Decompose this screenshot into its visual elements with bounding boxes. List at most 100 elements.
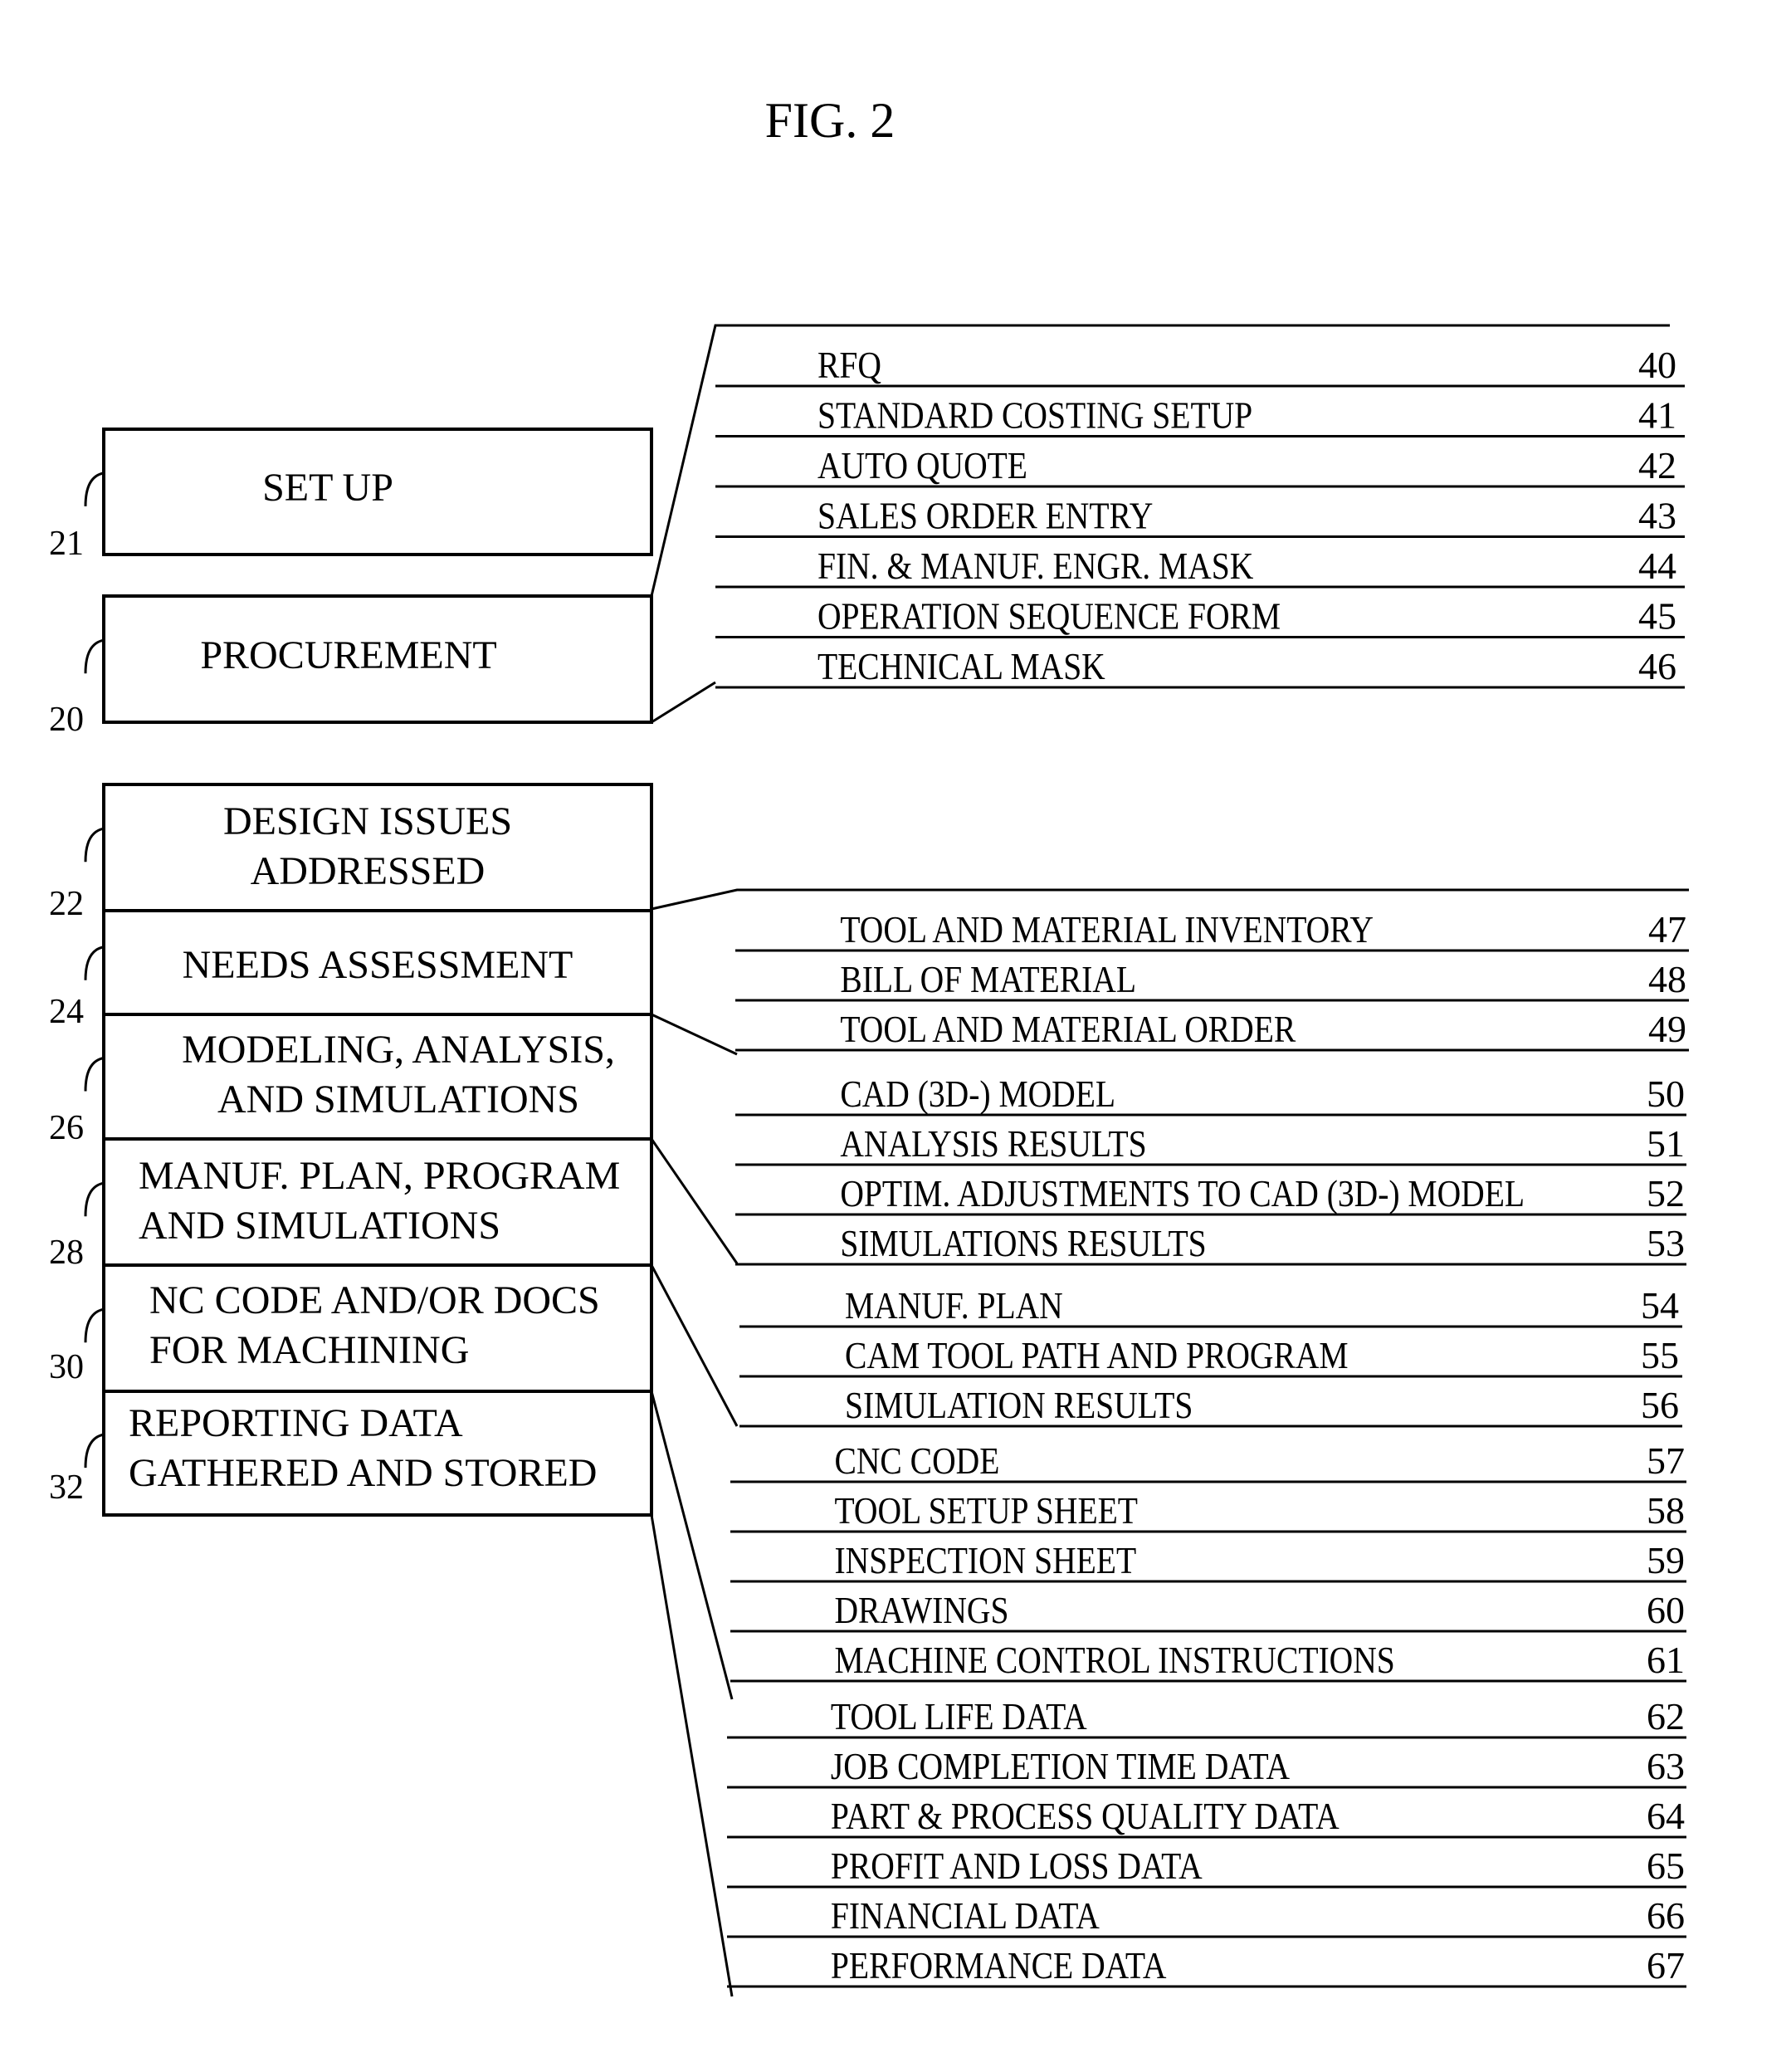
item-label: SIMULATIONS RESULTS — [840, 1223, 1206, 1264]
ref-leader — [84, 638, 105, 674]
list-item: PROFIT AND LOSS DATA 65 — [727, 1845, 1686, 1889]
item-label: BILL OF MATERIAL — [840, 959, 1136, 1000]
list-item: PERFORMANCE DATA 67 — [727, 1944, 1686, 1988]
process-box: PROCUREMENT 20 — [49, 594, 653, 739]
item-ref-numeral: 59 — [1647, 1539, 1685, 1581]
list-item: ANALYSIS RESULTS 51 — [735, 1122, 1686, 1166]
list-item: MANUF. PLAN 54 — [739, 1284, 1682, 1328]
process-box: MANUF. PLAN, PROGRAM AND SIMULATIONS 28 — [49, 1137, 653, 1272]
item-ref-numeral: 56 — [1641, 1384, 1679, 1426]
box-label: PROCUREMENT — [200, 633, 496, 677]
item-ref-numeral: 54 — [1641, 1284, 1679, 1327]
list-item: FIN. & MANUF. ENGR. MASK 44 — [715, 545, 1685, 589]
box-label: MODELING, ANALYSIS, — [182, 1028, 615, 1072]
item-ref-numeral: 61 — [1647, 1639, 1685, 1681]
ref-leader — [84, 1433, 105, 1468]
list-item: TOOL SETUP SHEET 58 — [730, 1489, 1686, 1533]
ref-numeral: 22 — [49, 885, 84, 923]
connector-line — [650, 1390, 734, 1700]
item-ref-numeral: 41 — [1638, 394, 1676, 437]
item-label: MANUF. PLAN — [845, 1285, 1063, 1327]
list-item: DRAWINGS 60 — [730, 1589, 1686, 1633]
process-box: NC CODE AND/OR DOCS FOR MACHINING 30 — [49, 1263, 653, 1393]
item-label: PERFORMANCE DATA — [831, 1945, 1167, 1986]
list-item: SIMULATION RESULTS 56 — [739, 1384, 1682, 1428]
item-label: JOB COMPLETION TIME DATA — [831, 1746, 1290, 1787]
item-label: TOOL LIFE DATA — [831, 1696, 1087, 1737]
item-label: FINANCIAL DATA — [831, 1895, 1100, 1937]
item-label: TECHNICAL MASK — [817, 646, 1105, 687]
item-group: CAD (3D-) MODEL 50 ANALYSIS RESULTS 51 OPTIM… — [735, 1073, 1686, 1266]
item-ref-numeral: 53 — [1647, 1222, 1685, 1264]
ref-leader — [84, 827, 105, 863]
item-label: OPERATION SEQUENCE FORM — [817, 596, 1281, 638]
item-ref-numeral: 67 — [1647, 1944, 1685, 1986]
item-ref-numeral: 51 — [1647, 1122, 1685, 1165]
item-label: TOOL AND MATERIAL INVENTORY — [840, 909, 1374, 950]
figure-title: FIG. 2 — [765, 93, 896, 148]
ref-leader — [84, 1181, 105, 1217]
list-item: RFQ 40 — [715, 344, 1685, 388]
list-item: SALES ORDER ENTRY 43 — [715, 495, 1685, 538]
connector-line — [650, 1138, 739, 1264]
item-ref-numeral: 65 — [1647, 1845, 1685, 1887]
list-item: CAD (3D-) MODEL 50 — [735, 1073, 1686, 1117]
connector-line — [650, 1264, 739, 1427]
box-label: GATHERED AND STORED — [129, 1451, 597, 1495]
list-item: SIMULATIONS RESULTS 53 — [735, 1222, 1686, 1266]
list-item: PART & PROCESS QUALITY DATA 64 — [727, 1795, 1686, 1839]
box-label: AND SIMULATIONS — [217, 1078, 579, 1122]
box-label: SET UP — [262, 466, 393, 510]
process-box: MODELING, ANALYSIS, AND SIMULATIONS 26 — [49, 1013, 653, 1147]
item-label: ANALYSIS RESULTS — [840, 1123, 1146, 1165]
box-label: AND SIMULATIONS — [139, 1204, 500, 1248]
item-label: DRAWINGS — [834, 1590, 1008, 1631]
list-item: CNC CODE 57 — [730, 1439, 1686, 1483]
list-item: AUTO QUOTE 42 — [715, 444, 1685, 488]
box-label: FOR MACHINING — [149, 1328, 469, 1372]
ref-numeral: 32 — [49, 1468, 84, 1507]
box-label: NC CODE AND/OR DOCS — [149, 1278, 600, 1322]
item-ref-numeral: 60 — [1647, 1589, 1685, 1631]
output-item-lists: RFQ 40 STANDARD COSTING SETUP 41 AUTO QUOTE 4… — [715, 344, 1689, 1988]
item-label: AUTO QUOTE — [817, 445, 1027, 486]
box-label: REPORTING DATA — [129, 1401, 463, 1445]
box-label: ADDRESSED — [251, 849, 486, 893]
item-label: TOOL AND MATERIAL ORDER — [840, 1009, 1296, 1050]
process-boxes: SET UP 21 PROCUREMENT 20 DESIGN ISSUES ADDRES… — [49, 428, 653, 1517]
item-ref-numeral: 58 — [1647, 1489, 1685, 1532]
connector-line — [651, 888, 1689, 911]
item-label: FIN. & MANUF. ENGR. MASK — [817, 545, 1253, 587]
item-ref-numeral: 47 — [1648, 908, 1686, 950]
list-item: OPERATION SEQUENCE FORM 45 — [715, 595, 1685, 638]
item-label: CAM TOOL PATH AND PROGRAM — [845, 1335, 1349, 1376]
item-group: RFQ 40 STANDARD COSTING SETUP 41 AUTO QUOTE 4… — [715, 344, 1685, 689]
item-ref-numeral: 44 — [1638, 545, 1676, 587]
ref-numeral: 26 — [49, 1109, 84, 1147]
process-box: DESIGN ISSUES ADDRESSED 22 — [49, 783, 653, 923]
item-label: MACHINE CONTROL INSTRUCTIONS — [834, 1640, 1394, 1681]
item-group: TOOL AND MATERIAL INVENTORY 47 BILL OF MAT… — [735, 908, 1689, 1052]
item-label: SIMULATION RESULTS — [845, 1385, 1193, 1426]
item-group: MANUF. PLAN 54 CAM TOOL PATH AND PROGRAM 55… — [739, 1284, 1682, 1428]
list-item: FINANCIAL DATA 66 — [727, 1894, 1686, 1938]
list-item: TOOL LIFE DATA 62 — [727, 1695, 1686, 1739]
ref-numeral: 24 — [49, 993, 84, 1031]
item-ref-numeral: 62 — [1647, 1695, 1685, 1737]
item-ref-numeral: 63 — [1647, 1745, 1685, 1787]
box-label: MANUF. PLAN, PROGRAM — [139, 1154, 620, 1198]
ref-leader — [84, 946, 105, 980]
ref-leader — [84, 1307, 105, 1343]
item-label: PART & PROCESS QUALITY DATA — [831, 1796, 1340, 1837]
list-item: TECHNICAL MASK 46 — [715, 645, 1685, 689]
item-ref-numeral: 42 — [1638, 444, 1676, 486]
item-label: SALES ORDER ENTRY — [817, 496, 1153, 537]
item-ref-numeral: 64 — [1647, 1795, 1685, 1837]
item-ref-numeral: 57 — [1647, 1439, 1685, 1482]
process-box: REPORTING DATA GATHERED AND STORED 32 — [49, 1390, 653, 1517]
item-ref-numeral: 55 — [1641, 1334, 1679, 1376]
item-ref-numeral: 46 — [1638, 645, 1676, 687]
item-group: CNC CODE 57 TOOL SETUP SHEET 58 INSPECTION S… — [730, 1439, 1686, 1683]
ref-numeral: 30 — [49, 1348, 84, 1386]
list-item: STANDARD COSTING SETUP 41 — [715, 394, 1685, 437]
